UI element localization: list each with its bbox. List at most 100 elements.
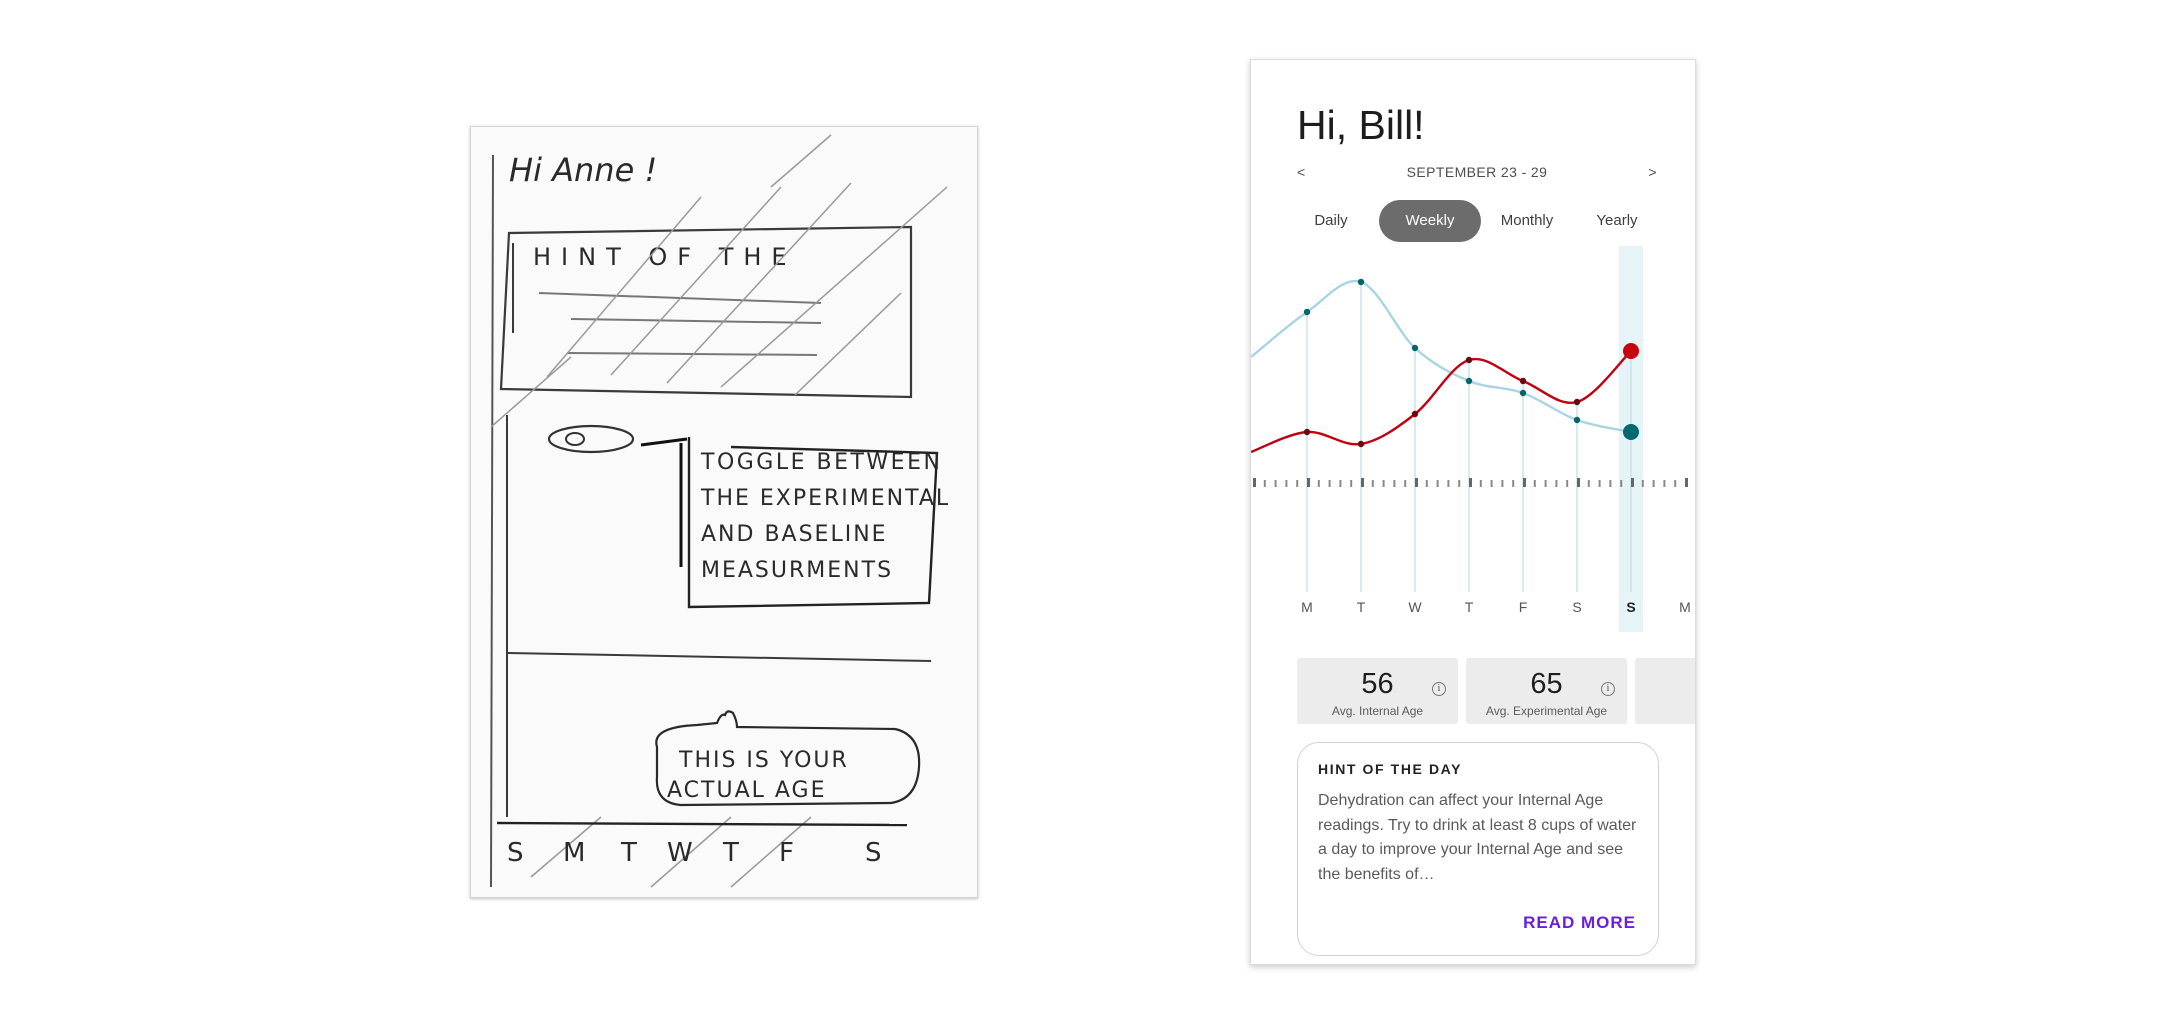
- tick: [1469, 478, 1472, 487]
- tick: [1479, 480, 1482, 487]
- tick: [1587, 480, 1590, 487]
- sketch-day-1: M: [563, 838, 585, 868]
- tab-daily[interactable]: Daily: [1291, 200, 1371, 242]
- tick: [1425, 480, 1428, 487]
- series-points: [1303, 278, 1639, 448]
- stat-label: Avg. Experimental Age: [1485, 704, 1608, 718]
- tick: [1263, 480, 1266, 487]
- tick: [1253, 478, 1256, 487]
- day-label: T: [1357, 599, 1366, 615]
- tick: [1490, 480, 1493, 487]
- sketch-greeting: Hi Anne !: [509, 151, 657, 189]
- tick: [1555, 480, 1558, 487]
- tick: [1458, 480, 1461, 487]
- sketch-note-line-2: THE EXPERIMENTAL: [700, 486, 950, 511]
- stat-card-partial[interactable]: 9 Av: [1635, 658, 1695, 724]
- sketch-day-letters: S M T W T F S: [507, 838, 882, 868]
- data-point: [1519, 377, 1527, 385]
- day-gridlines: [1306, 282, 1632, 592]
- sketch-toggle: [547, 424, 635, 454]
- data-point: [1573, 398, 1581, 406]
- stat-value: 9: [1635, 668, 1695, 701]
- sketch-note-line-4: MEASURMENTS: [701, 558, 893, 583]
- stat-card-experimental-age[interactable]: 65 Avg. Experimental Age i: [1466, 658, 1627, 724]
- sketch-day-2: T: [620, 838, 637, 868]
- tick: [1361, 478, 1364, 487]
- tick: [1577, 478, 1580, 487]
- day-labels: MTWTFSSM: [1301, 599, 1691, 615]
- read-more-button[interactable]: READ MORE: [1523, 913, 1636, 933]
- tick: [1512, 480, 1515, 487]
- tick: [1652, 480, 1655, 487]
- period-tabs: Daily Weekly Monthly Yearly: [1291, 200, 1661, 242]
- tick: [1307, 478, 1310, 487]
- tick: [1544, 480, 1547, 487]
- sketch-age-line-2: ACTUAL AGE: [667, 778, 826, 803]
- tick: [1533, 480, 1536, 487]
- data-point: [1357, 278, 1365, 286]
- stat-label: Avg. Internal Age: [1331, 704, 1424, 718]
- day-label: F: [1519, 599, 1528, 615]
- tick: [1501, 480, 1504, 487]
- tick: [1609, 480, 1612, 487]
- tick: [1382, 480, 1385, 487]
- sketch-day-5: F: [779, 838, 794, 868]
- data-point: [1623, 424, 1639, 440]
- sketch-day-6: S: [865, 838, 882, 868]
- day-label: M: [1679, 599, 1691, 615]
- sketch-note-line-1: TOGGLE BETWEEN: [700, 450, 942, 475]
- data-point: [1357, 440, 1365, 448]
- phone-screen: Hi, Bill! < SEPTEMBER 23 - 29 > Daily We…: [1250, 59, 1696, 965]
- date-range-label: SEPTEMBER 23 - 29: [1406, 164, 1548, 180]
- date-navigator: < SEPTEMBER 23 - 29 >: [1297, 164, 1657, 184]
- tick: [1631, 478, 1634, 487]
- stat-card-internal-age[interactable]: 56 Avg. Internal Age i: [1297, 658, 1458, 724]
- sketch-day-3: W: [667, 838, 693, 868]
- data-point: [1465, 356, 1473, 364]
- data-point: [1411, 344, 1419, 352]
- tick: [1674, 480, 1677, 487]
- tick: [1566, 480, 1569, 487]
- tick: [1285, 480, 1288, 487]
- tick: [1641, 480, 1644, 487]
- tick: [1328, 480, 1331, 487]
- series-lines: [1251, 279, 1632, 454]
- tick: [1274, 480, 1277, 487]
- sketch-note-line-3: AND BASELINE: [701, 522, 888, 547]
- tick: [1317, 480, 1320, 487]
- tick: [1436, 480, 1439, 487]
- hint-title: HINT OF THE DAY: [1318, 761, 1463, 777]
- sketch-day-0: S: [507, 838, 524, 868]
- hint-of-the-day-card: HINT OF THE DAY Dehydration can affect y…: [1297, 742, 1659, 956]
- data-point: [1465, 377, 1473, 385]
- sketch-day-4: T: [722, 838, 739, 868]
- data-point: [1303, 428, 1311, 436]
- tab-weekly[interactable]: Weekly: [1379, 200, 1481, 242]
- next-week-button[interactable]: >: [1648, 164, 1657, 180]
- tick: [1415, 478, 1418, 487]
- data-point: [1411, 410, 1419, 418]
- stats-row: 56 Avg. Internal Age i 65 Avg. Experimen…: [1297, 658, 1695, 728]
- tick: [1685, 478, 1688, 487]
- tick: [1447, 480, 1450, 487]
- hint-body: Dehydration can affect your Internal Age…: [1318, 792, 1637, 883]
- tick: [1350, 480, 1353, 487]
- info-icon[interactable]: i: [1601, 682, 1615, 696]
- tick: [1339, 480, 1342, 487]
- sketch-hint-heading: HINT OF THE: [533, 243, 797, 271]
- info-icon[interactable]: i: [1432, 682, 1446, 696]
- stat-label: Av: [1635, 704, 1695, 718]
- tab-yearly[interactable]: Yearly: [1573, 200, 1661, 242]
- tab-monthly[interactable]: Monthly: [1481, 200, 1573, 242]
- tick: [1523, 478, 1526, 487]
- sketch-age-line-1: THIS IS YOUR: [678, 748, 849, 773]
- data-point: [1623, 343, 1639, 359]
- data-point: [1303, 308, 1311, 316]
- day-label: S: [1626, 599, 1635, 615]
- wireframe-sketch: Hi Anne ! HINT OF THE TOGGLE BETWEEN THE…: [470, 126, 978, 898]
- day-label: T: [1465, 599, 1474, 615]
- day-label: S: [1572, 599, 1581, 615]
- data-point: [1573, 416, 1581, 424]
- day-label: M: [1301, 599, 1313, 615]
- data-point: [1519, 389, 1527, 397]
